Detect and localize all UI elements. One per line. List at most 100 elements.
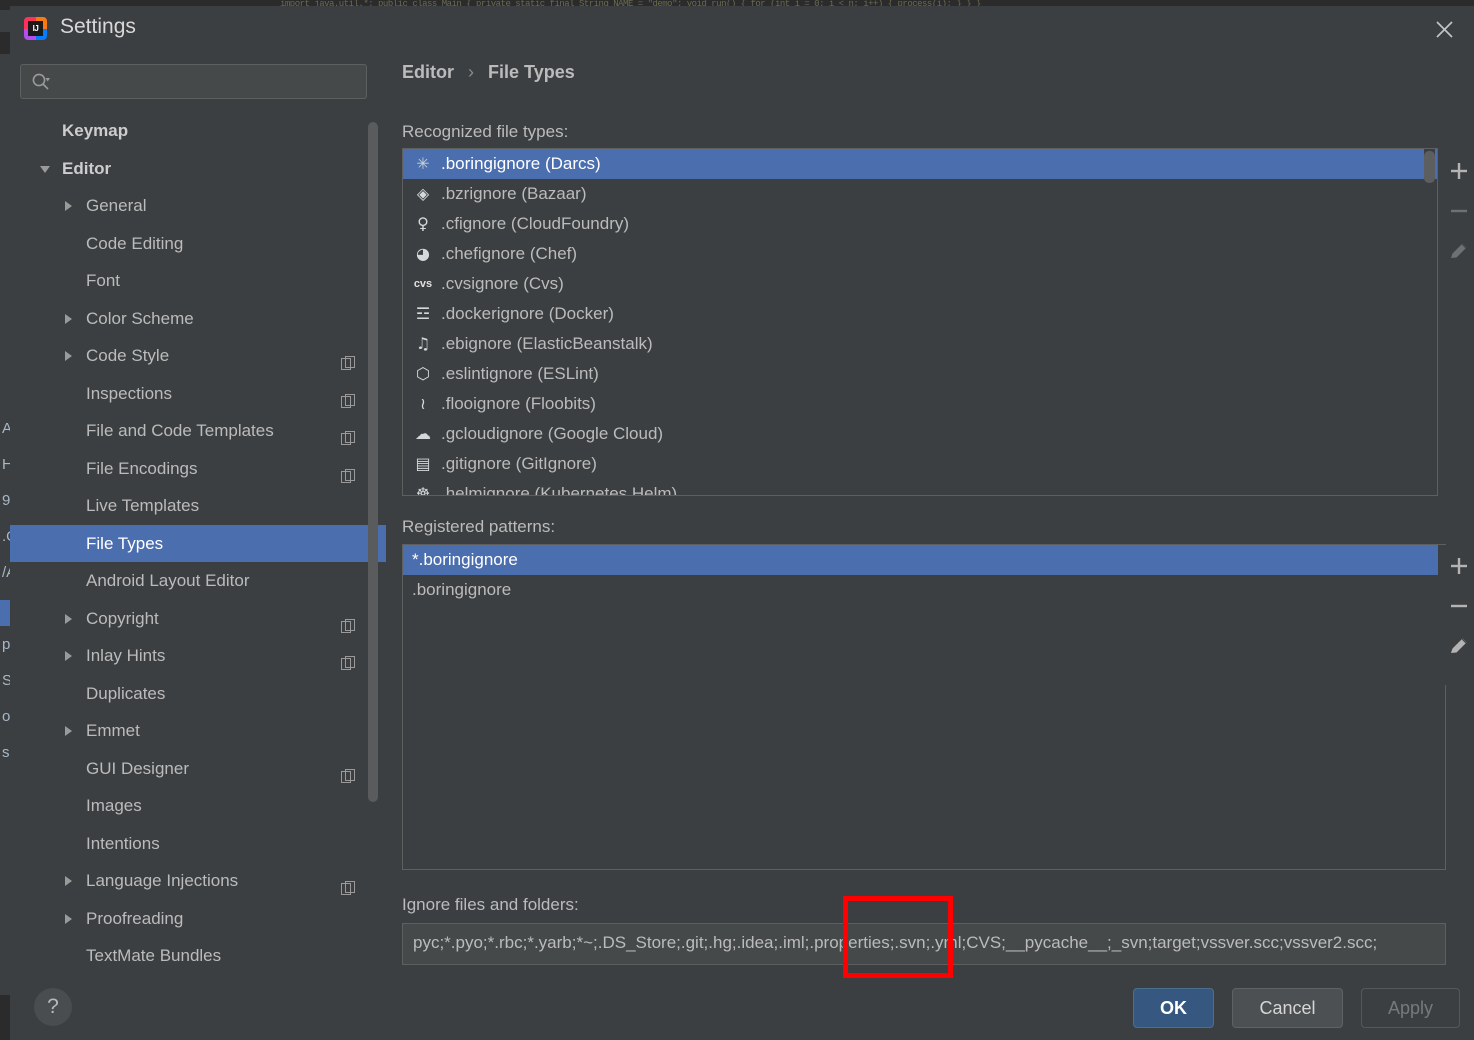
sidebar-item-label: Code Style — [86, 346, 170, 365]
patterns-toolbar[interactable] — [1438, 545, 1474, 685]
add-icon[interactable] — [1438, 150, 1474, 190]
sidebar-item-label: General — [86, 196, 147, 215]
file-type-row[interactable]: ☲ .dockerignore (Docker) — [403, 299, 1437, 329]
sidebar-item-label: Proofreading — [86, 908, 184, 928]
file-type-label: .cvsignore (Cvs) — [441, 274, 564, 293]
file-type-row[interactable]: ☁ .gcloudignore (Google Cloud) — [403, 419, 1437, 449]
sidebar-item-intentions[interactable]: Intentions — [10, 825, 386, 863]
cloudfoundry-icon: ♀ — [417, 214, 429, 233]
search-field[interactable] — [20, 64, 367, 99]
chevron-down-icon[interactable] — [40, 165, 50, 173]
pattern-label: *.boringignore — [412, 550, 518, 569]
ignore-files-input[interactable]: pyc;*.pyo;*.rbc;*.yarb;*~;.DS_Store;.git… — [402, 923, 1446, 965]
recognized-file-types-list[interactable]: ✳ .boringignore (Darcs) ◈ .bzrignore (Bazaa… — [402, 148, 1438, 496]
breadcrumb: Editor › File Types — [402, 62, 575, 83]
sidebar-item-todo[interactable]: TODO — [10, 975, 386, 977]
chevron-right-icon[interactable] — [65, 651, 72, 661]
ok-button[interactable]: OK — [1133, 988, 1215, 1028]
file-type-row[interactable]: ♫ .ebignore (ElasticBeanstalk) — [403, 329, 1437, 359]
sidebar-item-label: Inspections — [86, 383, 172, 403]
sidebar-item-live-templates[interactable]: Live Templates — [10, 487, 386, 525]
file-type-row[interactable]: ◕ .chefignore (Chef) — [403, 239, 1437, 269]
breadcrumb-parent[interactable]: Editor — [402, 62, 454, 82]
file-type-row[interactable]: cvs .cvsignore (Cvs) — [403, 269, 1437, 299]
sidebar-item-file-encodings[interactable]: File Encodings — [10, 450, 386, 488]
file-type-label: .eslintignore (ESLint) — [441, 364, 599, 383]
settings-tree[interactable]: Keymap Editor General Code Editing Font Color… — [10, 112, 386, 976]
sidebar-item-android-layout-editor[interactable]: Android Layout Editor — [10, 562, 386, 600]
sidebar-item-label: Copyright — [86, 608, 159, 628]
sidebar-item-gui-designer[interactable]: GUI Designer — [10, 750, 386, 788]
search-input[interactable] — [59, 65, 360, 98]
edit-pencil-icon[interactable] — [1438, 625, 1474, 665]
settings-sidebar: Keymap Editor General Code Editing Font Color… — [10, 50, 386, 1040]
settings-dialog: IJ Settings Keymap Editor General Code E… — [10, 6, 1474, 1040]
file-type-row[interactable]: ▤ .gitignore (GitIgnore) — [403, 449, 1437, 479]
sidebar-item-label: Keymap — [62, 121, 129, 140]
sidebar-item-label: TextMate Bundles — [86, 946, 222, 965]
chevron-right-icon[interactable] — [65, 726, 72, 736]
logo-text: IJ — [28, 21, 43, 36]
sidebar-item-inlay-hints[interactable]: Inlay Hints — [10, 637, 386, 675]
pattern-row[interactable]: .boringignore — [403, 575, 1445, 605]
file-type-label: .cfignore (CloudFoundry) — [441, 214, 630, 233]
sidebar-item-label: GUI Designer — [86, 758, 189, 778]
sidebar-item-label: TODO — [86, 975, 135, 977]
cancel-button[interactable]: Cancel — [1232, 988, 1343, 1028]
sidebar-item-textmate-bundles[interactable]: TextMate Bundles — [10, 937, 386, 975]
file-type-row[interactable]: ✳ .boringignore (Darcs) — [403, 149, 1437, 179]
file-type-row[interactable]: ♀ .cfignore (CloudFoundry) — [403, 209, 1437, 239]
sidebar-item-code-style[interactable]: Code Style — [10, 337, 386, 375]
file-type-row[interactable]: ≀ .flooignore (Floobits) — [403, 389, 1437, 419]
sidebar-item-language-injections[interactable]: Language Injections — [10, 862, 386, 900]
sidebar-scrollbar-thumb[interactable] — [368, 122, 378, 802]
edit-pencil-icon — [1438, 230, 1474, 270]
sidebar-item-label: Live Templates — [86, 496, 200, 515]
chevron-right-icon[interactable] — [65, 351, 72, 361]
registered-patterns-list[interactable]: *.boringignore .boringignore — [402, 544, 1446, 870]
dialog-button-bar: OK Cancel Apply — [1119, 988, 1460, 1030]
file-type-label: .boringignore (Darcs) — [441, 154, 601, 173]
sidebar-item-copyright[interactable]: Copyright — [10, 600, 386, 638]
sidebar-item-editor[interactable]: Editor — [10, 150, 386, 188]
chevron-right-icon[interactable] — [65, 313, 72, 324]
file-types-toolbar[interactable] — [1438, 150, 1474, 290]
floobits-icon: ≀ — [420, 394, 426, 413]
help-button[interactable]: ? — [34, 988, 72, 1026]
sidebar-item-font[interactable]: Font — [10, 262, 386, 300]
add-icon[interactable] — [1438, 545, 1474, 585]
sidebar-item-keymap[interactable]: Keymap — [10, 112, 386, 150]
file-type-row[interactable]: ☸ .helmignore (Kubernetes Helm) — [403, 479, 1437, 496]
sidebar-item-label: File Types — [86, 533, 164, 553]
sidebar-item-general[interactable]: General — [10, 187, 386, 225]
chevron-right-icon[interactable] — [65, 613, 72, 624]
chevron-right-icon[interactable] — [65, 876, 72, 886]
file-type-label: .helmignore (Kubernetes Helm) — [441, 484, 678, 496]
breadcrumb-current: File Types — [488, 62, 575, 82]
file-types-scrollbar-track[interactable] — [1424, 149, 1435, 493]
sidebar-item-duplicates[interactable]: Duplicates — [10, 675, 386, 713]
sidebar-item-images[interactable]: Images — [10, 787, 386, 825]
sidebar-item-label: Inlay Hints — [86, 646, 166, 665]
pattern-label: .boringignore — [412, 580, 512, 599]
chevron-right-icon[interactable] — [65, 201, 72, 211]
recognized-file-types-label: Recognized file types: — [402, 122, 569, 141]
cvs-icon: cvs — [413, 278, 433, 290]
close-icon[interactable] — [1424, 9, 1464, 47]
dialog-title-bar: IJ Settings — [10, 6, 1474, 50]
sidebar-item-proofreading[interactable]: Proofreading — [10, 900, 386, 938]
file-type-row[interactable]: ⬡ .eslintignore (ESLint) — [403, 359, 1437, 389]
file-type-label: .gcloudignore (Google Cloud) — [441, 424, 664, 443]
sidebar-item-code-editing[interactable]: Code Editing — [10, 225, 386, 263]
file-types-scrollbar-thumb[interactable] — [1424, 151, 1435, 183]
sidebar-item-color-scheme[interactable]: Color Scheme — [10, 300, 386, 338]
sidebar-item-emmet[interactable]: Emmet — [10, 712, 386, 750]
sidebar-item-file-and-code-templates[interactable]: File and Code Templates — [10, 412, 386, 450]
chevron-right-icon[interactable] — [65, 913, 72, 924]
pattern-row[interactable]: *.boringignore — [403, 545, 1445, 575]
sidebar-item-inspections[interactable]: Inspections — [10, 375, 386, 413]
eslint-icon: ⬡ — [416, 364, 430, 383]
file-type-row[interactable]: ◈ .bzrignore (Bazaar) — [403, 179, 1437, 209]
sidebar-item-file-types[interactable]: File Types — [10, 524, 386, 562]
remove-icon[interactable] — [1438, 585, 1474, 625]
